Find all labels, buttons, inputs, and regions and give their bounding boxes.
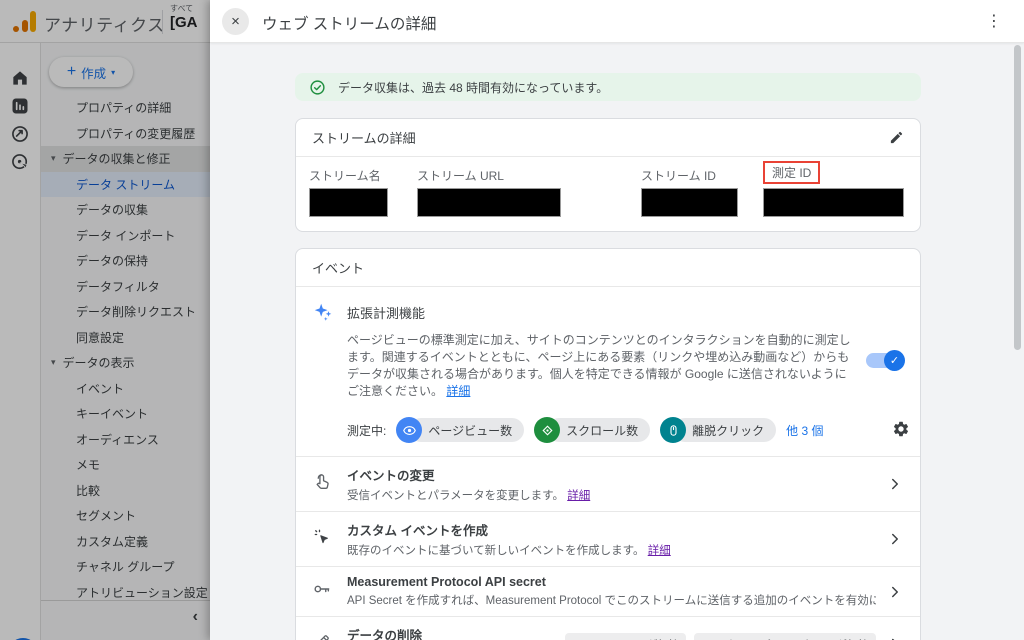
events-card: イベント 拡張計測機能 ページビュ [295,248,921,640]
status-chip-email: メールアドレスが無効 [565,633,686,640]
row-create-custom-events[interactable]: カスタム イベントを作成 既存のイベントに基づいて新しいイベントを作成します。 … [296,511,920,566]
sparkle-icon [312,301,334,323]
badge-pageviews: ページビュー数 [396,417,524,443]
check-circle-icon [309,79,326,96]
events-card-title: イベント [312,258,364,277]
row-modify-events[interactable]: イベントの変更 受信イベントとパラメータを変更します。 詳細 [296,456,920,511]
close-button[interactable]: × [222,8,249,35]
redacted-value [309,188,388,217]
measuring-row: 測定中: ページビュー数 スクロール数 [347,416,904,444]
field-measurement-id: 測定 ID [763,161,820,184]
status-chips: メールアドレスが無効 URL クエリ パラメータ キーが無効 [565,633,876,640]
panel-title: ウェブ ストリームの詳細 [262,12,436,34]
redacted-value [417,188,561,217]
learn-more-link[interactable]: 詳細 [567,490,590,502]
cursor-click-icon [312,527,334,552]
chevron-right-icon[interactable] [886,475,904,493]
badge-scrolls: スクロール数 [534,417,650,443]
app-window: アナリティクス すべて [GA + 作成 ▾ プロパティの詳細 [0,0,1024,640]
field-stream-id: ストリーム ID [641,167,716,184]
enhanced-measurement-toggle[interactable]: ✓ [866,353,902,368]
enhanced-measurement-title: 拡張計測機能 [347,301,425,323]
status-chip-url-query: URL クエリ パラメータ キーが無効 [694,633,876,640]
modal-scrim[interactable] [0,0,210,640]
redacted-value [641,188,738,217]
chevron-right-icon[interactable] [886,583,904,601]
close-icon: × [231,13,240,30]
field-stream-url: ストリーム URL [417,167,504,184]
chevron-right-icon[interactable] [886,635,904,640]
row-data-redaction[interactable]: データの削除 特定のデータが Google アナリティクスに送信されないようにし… [296,616,920,640]
scroll-icon [534,417,560,443]
touch-icon [312,472,334,497]
measurement-id-highlight: 測定 ID [763,161,820,184]
more-options-icon[interactable]: ⋮ [986,11,1002,31]
key-icon [312,579,334,604]
banner-text: データ収集は、過去 48 時間有効になっています。 [338,79,608,96]
enhanced-learn-more-link[interactable]: 詳細 [446,384,470,398]
chevron-right-icon[interactable] [886,530,904,548]
enhanced-measurement-section: 拡張計測機能 ページビューの標準測定に加え、サイトのコンテンツとのインタラクショ… [296,287,920,456]
learn-more-link[interactable]: 詳細 [648,545,671,557]
stream-details-title: ストリームの詳細 [312,128,416,147]
redacted-value [763,188,904,217]
data-collection-banner: データ収集は、過去 48 時間有効になっています。 [295,73,921,101]
measuring-label: 測定中: [347,422,386,439]
gear-icon[interactable] [892,420,910,443]
panel-body: データ収集は、過去 48 時間有効になっています。 ストリームの詳細 ストリーム… [210,43,1024,640]
panel-scrollbar[interactable] [1014,45,1021,350]
stream-details-card: ストリームの詳細 ストリーム名 ストリーム URL ストリー [295,118,921,232]
edit-off-icon [312,632,334,640]
field-stream-name: ストリーム名 [309,167,381,184]
more-events-link[interactable]: 他 3 個 [786,422,823,439]
web-stream-details-panel: × ウェブ ストリームの詳細 ⋮ データ収集は、過去 48 時間有効になっていま… [210,0,1024,640]
stream-fields: ストリーム名 ストリーム URL ストリーム ID 測定 ID [296,157,920,231]
enhanced-measurement-description: ページビューの標準測定に加え、サイトのコンテンツとのインタラクションを自動的に測… [347,332,852,400]
row-measurement-protocol[interactable]: Measurement Protocol API secret API Secr… [296,566,920,616]
badge-outbound-clicks: 離脱クリック [660,417,776,443]
check-icon: ✓ [890,354,899,367]
pencil-icon[interactable] [889,130,904,145]
panel-header: × ウェブ ストリームの詳細 ⋮ [210,0,1024,43]
mouse-icon [660,417,686,443]
